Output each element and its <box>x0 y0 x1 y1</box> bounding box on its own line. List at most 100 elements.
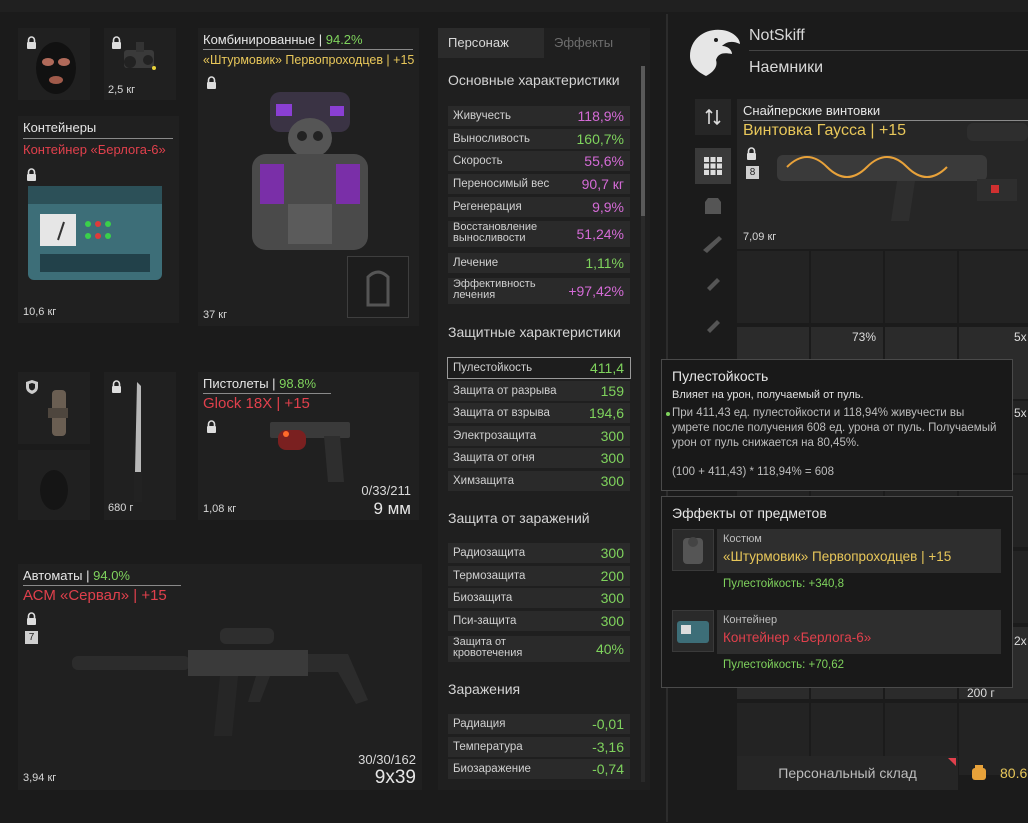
personal-stash-button[interactable]: Персональный склад <box>737 756 958 790</box>
balaclava-icon <box>36 42 76 94</box>
inventory-cell[interactable] <box>885 251 957 323</box>
stat-value: 1,11% <box>585 255 624 271</box>
stat-label: Защита от огня <box>453 452 535 464</box>
stat-label: Выносливость <box>453 133 530 145</box>
inventory-cell[interactable] <box>737 251 809 323</box>
stat-tooltip: Пулестойкость Влияет на урон, получаемый… <box>661 359 1013 491</box>
stat-row[interactable]: Температура -3,16 <box>448 737 630 757</box>
container-thumb <box>672 610 714 652</box>
stat-label: Электрозащита <box>453 430 537 442</box>
filter-ammo-button[interactable] <box>695 306 731 342</box>
backpack-weight: 2,5 кг <box>108 84 136 96</box>
sort-icon <box>705 108 721 126</box>
stat-row[interactable]: Защита от кровотечения 40% <box>448 636 630 662</box>
stat-label: Переносимый вес <box>453 178 550 190</box>
stat-label: Регенерация <box>453 201 522 213</box>
plate-outline-icon <box>366 270 390 307</box>
armor-plate-slot[interactable] <box>347 256 409 318</box>
rifle-name: АСМ «Сервал» | +15 <box>23 587 167 604</box>
stat-value: -0,74 <box>592 761 624 777</box>
sort-button[interactable] <box>695 99 731 135</box>
effect-item-name: «Штурмовик» Первопроходцев | +15 <box>723 549 952 564</box>
stat-value: 51,24% <box>576 226 624 242</box>
lock-icon <box>26 612 37 625</box>
container-slot[interactable]: Контейнеры Контейнер «Берлога-6» 10,6 кг <box>18 116 179 323</box>
grid-view-button[interactable] <box>695 148 731 184</box>
stat-label: Биозащита <box>453 592 513 604</box>
mask-slot[interactable] <box>18 28 90 100</box>
section-infection: Защита от заражений <box>448 510 590 526</box>
tooltip-formula: (100 + 411,43) * 118,94% = 608 <box>672 466 834 478</box>
stats-scrollbar[interactable] <box>641 66 645 782</box>
filter-armor-button[interactable] <box>695 188 731 224</box>
lock-icon <box>206 76 217 89</box>
stat-row[interactable]: Пулестойкость 411,4 <box>447 357 631 379</box>
stat-row[interactable]: Скорость 55,6% <box>448 151 630 171</box>
tab-character[interactable]: Персонаж <box>438 28 544 58</box>
divider <box>203 49 413 50</box>
stat-value: 300 <box>600 450 624 466</box>
stat-value: 194,6 <box>588 405 624 421</box>
stat-label: Защита от кровотечения <box>453 636 523 659</box>
cell-label-b: 5x <box>1014 330 1027 344</box>
stat-row[interactable]: Восстановление выносливости 51,24% <box>448 221 630 247</box>
artifact-slot-2[interactable] <box>18 450 90 520</box>
stat-row[interactable]: Переносимый вес 90,7 кг <box>448 174 630 194</box>
container-title: Контейнеры <box>23 120 97 135</box>
header-bar <box>0 0 1028 12</box>
money-value: 80.6 <box>1000 765 1028 781</box>
rifle-slot[interactable]: Автоматы | 94.0% АСМ «Сервал» | +15 7 30… <box>18 564 422 790</box>
inventory-cell[interactable] <box>811 251 883 323</box>
stat-row[interactable]: Эффективность лечения +97,42% <box>448 278 630 304</box>
stat-value: 300 <box>600 545 624 561</box>
tooltip-subtitle: Влияет на урон, получаемый от пуль. <box>672 389 864 401</box>
pistol-durability: 98.8% <box>279 376 317 391</box>
stat-label: Пси-защита <box>453 615 517 627</box>
pistol-slot[interactable]: Пистолеты | 98.8% Glock 18X | +15 0/33/2… <box>198 372 419 520</box>
melee-slot[interactable]: 680 г <box>104 372 176 520</box>
armor-filter-icon <box>705 198 721 214</box>
rifle-ammo: 30/30/162 <box>358 752 416 767</box>
artifact-slot-1[interactable] <box>18 372 90 444</box>
stat-row[interactable]: Электрозащита 300 <box>448 426 630 446</box>
stat-row[interactable]: Термозащита 200 <box>448 566 630 586</box>
bullet-icon <box>666 412 670 416</box>
container-weight: 10,6 кг <box>23 306 57 318</box>
stat-label: Химзащита <box>453 475 514 487</box>
tab-effects[interactable]: Эффекты <box>544 28 650 58</box>
cell-label-c: 5x <box>1014 406 1027 420</box>
stat-row[interactable]: Радиация -0,01 <box>448 714 630 734</box>
cell-label-d: 2x <box>1014 634 1027 648</box>
stat-row[interactable]: Защита от разрыва 159 <box>448 381 630 401</box>
stats-tabs: Персонаж Эффекты <box>438 28 650 58</box>
stat-row[interactable]: Химзащита 300 <box>448 471 630 491</box>
stat-row[interactable]: Защита от огня 300 <box>448 448 630 468</box>
pistol-filter-icon <box>707 278 720 291</box>
stat-value: 200 <box>600 568 624 584</box>
rifle-title: Автоматы | 94.0% <box>23 568 130 583</box>
inventory-cell[interactable] <box>959 251 1028 323</box>
stat-label: Биозаражение <box>453 763 531 775</box>
stat-row[interactable]: Радиозащита 300 <box>448 543 630 563</box>
sniper-category: Снайперские винтовки <box>743 103 881 118</box>
profile-divider <box>749 50 1028 51</box>
stat-row[interactable]: Пси-защита 300 <box>448 611 630 631</box>
armor-slot[interactable]: Комбинированные | 94.2% «Штурмовик» Перв… <box>198 28 419 326</box>
stat-value: -3,16 <box>592 739 624 755</box>
stat-label: Скорость <box>453 155 503 167</box>
stat-row[interactable]: Живучесть 118,9% <box>448 106 630 126</box>
stat-value: -0,01 <box>592 716 624 732</box>
stat-row[interactable]: Биозащита 300 <box>448 588 630 608</box>
filter-rifle-button[interactable] <box>695 226 731 262</box>
stat-row[interactable]: Выносливость 160,7% <box>448 129 630 149</box>
stat-value: 55,6% <box>584 153 624 169</box>
stat-row[interactable]: Биозаражение -0,74 <box>448 759 630 779</box>
armor-weight: 37 кг <box>203 309 228 321</box>
stat-row[interactable]: Лечение 1,11% <box>448 253 630 273</box>
filter-pistol-button[interactable] <box>695 266 731 302</box>
sniper-slot[interactable]: Снайперские винтовки Винтовка Гаусса | +… <box>737 99 1028 249</box>
stat-row[interactable]: Регенерация 9,9% <box>448 197 630 217</box>
rifle-weight: 3,94 кг <box>23 772 57 784</box>
device-slot[interactable]: 2,5 кг <box>104 28 176 100</box>
stat-row[interactable]: Защита от взрыва 194,6 <box>448 403 630 423</box>
